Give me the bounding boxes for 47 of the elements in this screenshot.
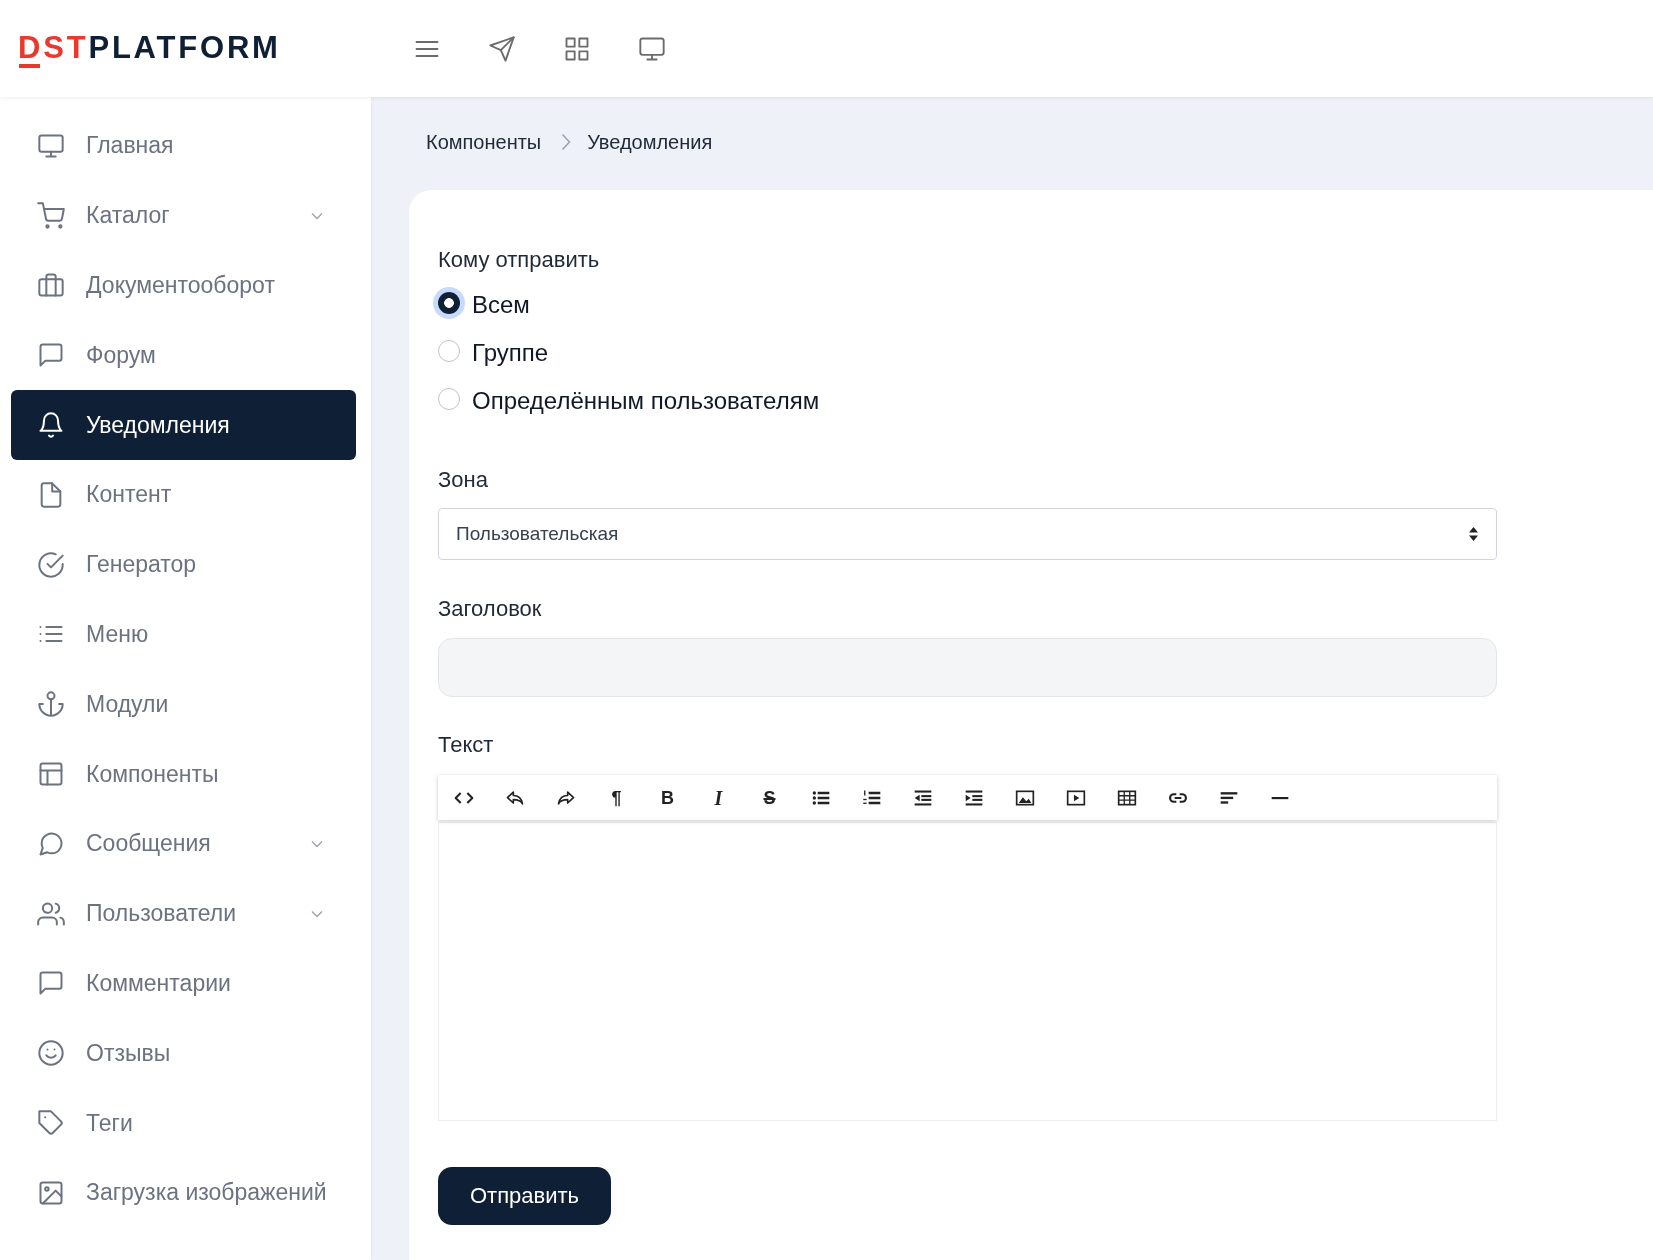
sidebar-item[interactable]: Генератор [11,529,356,600]
radio-button[interactable] [438,339,460,362]
radio-label[interactable]: Определённым пользователям [472,387,820,415]
tag-icon [37,1109,65,1138]
send-icon[interactable] [488,34,516,63]
sidebar-item[interactable]: Загрузка изображений [11,1157,356,1228]
speech-bubble-icon [37,341,65,370]
sidebar-item[interactable]: Уведомления [11,390,356,460]
anchor-icon [37,690,65,719]
radio-label[interactable]: Всем [472,291,530,319]
cart-icon [37,201,65,230]
sidebar-item[interactable]: Модули [11,669,356,740]
field-label: Кому отправить [438,246,600,274]
text-editor-field[interactable] [438,822,1497,1121]
breadcrumb-link[interactable]: Компоненты [426,130,542,154]
bold-button[interactable]: B [661,788,674,807]
field-label: Заголовок [438,595,542,623]
sidebar-item[interactable]: Документооборот [11,250,356,321]
sidebar-item[interactable]: Отзывы [11,1018,356,1089]
sidebar-item[interactable]: Сообщения [11,808,356,879]
field-label: Текст [438,731,494,759]
radio-label[interactable]: Группе [472,339,549,367]
italic-button[interactable]: I [714,787,723,808]
smiley-icon [37,1039,65,1068]
sidebar-item[interactable]: Главная [11,111,356,181]
sidebar-item[interactable]: Теги [11,1088,356,1158]
sidebar-item[interactable]: Меню [11,599,356,670]
sidebar-item[interactable]: Комментарии [11,948,356,1019]
field-label: Зона [438,466,488,494]
sidebar-item[interactable]: Пользователи [11,878,356,949]
paragraph-button[interactable]: ¶ [611,788,622,807]
strikethrough-button[interactable]: S [763,788,776,807]
breadcrumb-link[interactable]: Уведомления [587,130,713,154]
sidebar-item[interactable]: Контент [11,460,356,530]
bell-icon [37,411,65,440]
title-input[interactable] [438,638,1497,697]
sort-caret-icon [1468,526,1479,542]
chevron-right-icon [561,133,572,151]
brand-logo[interactable]: DSTPLATFORM [18,32,281,71]
zone-select[interactable]: Пользовательская [438,508,1497,560]
sidebar-item[interactable]: Компоненты [11,739,356,809]
check-circle-icon [37,550,65,579]
radio-button[interactable] [438,387,460,410]
speech-bubble-icon [37,969,65,998]
sidebar-item[interactable]: Форум [11,320,356,391]
sidebar-item[interactable]: Каталог [11,180,356,251]
submit-button[interactable]: Отправить [438,1167,611,1225]
